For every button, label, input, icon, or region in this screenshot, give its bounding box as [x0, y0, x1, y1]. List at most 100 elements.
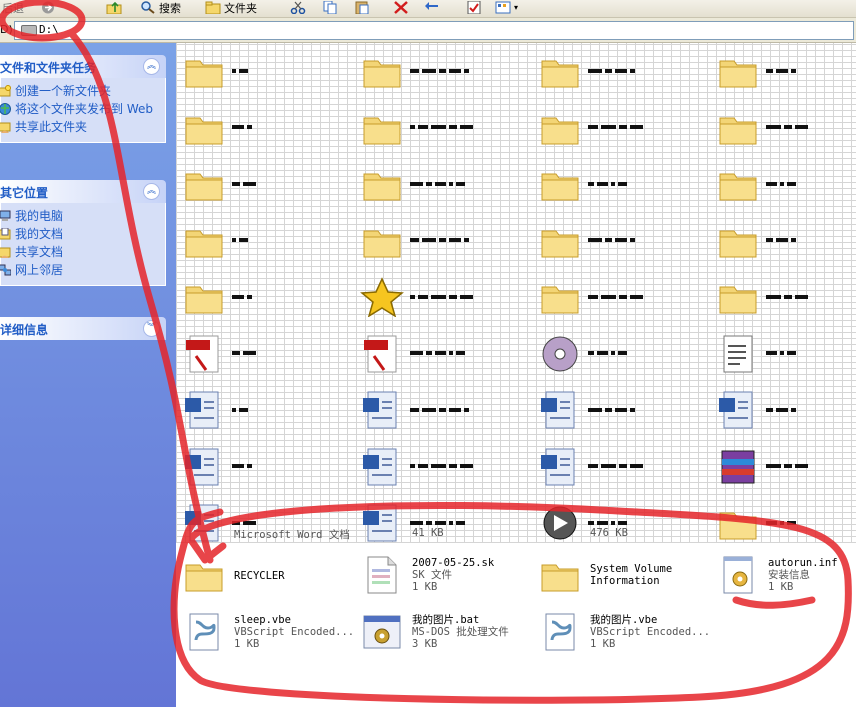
file-name: autorun.inf: [768, 557, 838, 569]
delete-button[interactable]: [393, 0, 412, 15]
word-icon: [363, 504, 397, 542]
obscured-file-item[interactable]: [532, 386, 708, 438]
file-tasks-title: 文件和文件夹任务: [0, 61, 97, 75]
obscured-file-item[interactable]: [532, 104, 708, 156]
obscured-file-item[interactable]: [532, 217, 708, 269]
obscured-file-item[interactable]: [532, 273, 708, 325]
chevron-down-icon: ▾: [514, 3, 519, 12]
properties-button[interactable]: [466, 0, 485, 15]
word-icon: [363, 391, 397, 429]
search-button[interactable]: 搜索: [140, 0, 181, 15]
obscured-file-item[interactable]: [176, 160, 352, 212]
views-button[interactable]: ▾: [495, 0, 518, 15]
pdf-icon: [364, 335, 397, 372]
illegible-label: [588, 120, 646, 130]
illegible-label: [766, 515, 799, 525]
obscured-file-item[interactable]: [176, 386, 352, 438]
up-folder-button[interactable]: [106, 0, 125, 15]
file-size: 1 KB: [234, 638, 260, 650]
paste-button[interactable]: [354, 0, 373, 15]
folder-icon: [185, 564, 223, 592]
file-size: 3 KB: [412, 638, 438, 650]
obscured-file-item[interactable]: [354, 330, 530, 382]
obscured-file-item[interactable]: [354, 499, 530, 551]
obscured-file-item[interactable]: [354, 104, 530, 156]
illegible-label: [766, 63, 799, 73]
file-tasks-header[interactable]: 文件和文件夹任务 ︽: [0, 55, 166, 78]
obscured-file-item[interactable]: [532, 160, 708, 212]
obscured-file-item[interactable]: [710, 217, 856, 269]
details-header[interactable]: 详细信息 ︾: [0, 317, 166, 340]
obscured-file-item[interactable]: [710, 47, 856, 99]
obscured-file-item[interactable]: [354, 160, 530, 212]
collapse-up-icon[interactable]: ︽: [143, 58, 160, 75]
obscured-file-item[interactable]: [354, 443, 530, 495]
illegible-label: [232, 176, 259, 186]
folder-icon: [185, 60, 223, 88]
copy-button[interactable]: [322, 0, 341, 15]
obscured-file-item[interactable]: [176, 443, 352, 495]
back-button[interactable]: 后退: [2, 0, 24, 15]
obscured-file-item[interactable]: [532, 499, 708, 551]
obscured-file-item[interactable]: [532, 47, 708, 99]
folders-icon: [205, 1, 221, 14]
cd-icon: [542, 336, 578, 371]
file-item-pictures-vbe[interactable]: 我的图片.vbe VBScript Encoded... 1 KB: [532, 608, 710, 660]
file-tasks-panel: 文件和文件夹任务 ︽ 创建一个新文件夹 将这个文件夹发布到 Web 共享此文件夹: [0, 55, 166, 143]
file-item-recycler[interactable]: RECYCLER: [176, 551, 352, 603]
illegible-label: [410, 402, 472, 412]
obscured-file-item[interactable]: [710, 330, 856, 382]
other-places-header[interactable]: 其它位置 ︽: [0, 180, 166, 203]
obscured-file-item[interactable]: [710, 443, 856, 495]
place-network[interactable]: 网上邻居: [0, 261, 165, 279]
obscured-file-item[interactable]: [710, 499, 856, 551]
place-shared-documents[interactable]: 共享文档: [0, 243, 165, 261]
obscured-file-item[interactable]: [176, 499, 352, 551]
folder-icon: [363, 60, 401, 88]
illegible-label: [588, 233, 638, 243]
expand-down-icon[interactable]: ︾: [143, 320, 160, 337]
paste-icon: [355, 1, 369, 14]
file-item-bat[interactable]: 我的图片.bat MS-DOS 批处理文件 3 KB: [354, 608, 530, 660]
file-item-system-volume[interactable]: System Volume Information: [532, 551, 708, 603]
task-new-folder[interactable]: 创建一个新文件夹: [0, 82, 165, 100]
place-my-computer[interactable]: 我的电脑: [0, 207, 165, 225]
collapse-up-icon[interactable]: ︽: [143, 183, 160, 200]
folder-icon: [719, 173, 757, 201]
file-item-sk[interactable]: 2007-05-25.sk SK 文件 1 KB: [354, 551, 530, 603]
word-icon: [185, 504, 219, 542]
place-my-documents[interactable]: 我的文档: [0, 225, 165, 243]
obscured-file-item[interactable]: [710, 386, 856, 438]
vbscript-icon: [545, 613, 575, 651]
file-item-autorun[interactable]: autorun.inf 安装信息 1 KB: [710, 551, 856, 603]
obscured-file-item[interactable]: [176, 47, 352, 99]
obscured-file-item[interactable]: [176, 273, 352, 325]
obscured-file-item[interactable]: [354, 386, 530, 438]
file-name-continued: Information: [590, 575, 660, 587]
obscured-file-item[interactable]: [710, 273, 856, 325]
illegible-label: [232, 63, 251, 73]
undo-button[interactable]: [424, 0, 443, 15]
address-input[interactable]: D:\: [14, 21, 854, 40]
obscured-file-item[interactable]: [176, 104, 352, 156]
folder-icon: [185, 286, 223, 314]
forward-button[interactable]: [40, 0, 59, 15]
task-publish-web[interactable]: 将这个文件夹发布到 Web: [0, 100, 165, 118]
word-icon: [185, 448, 219, 485]
obscured-file-item[interactable]: [176, 330, 352, 382]
cut-button[interactable]: [290, 0, 309, 15]
obscured-file-item[interactable]: [354, 273, 530, 325]
obscured-file-item[interactable]: [532, 443, 708, 495]
obscured-file-item[interactable]: [176, 217, 352, 269]
obscured-file-item[interactable]: [710, 160, 856, 212]
obscured-file-item[interactable]: [532, 330, 708, 382]
obscured-file-item[interactable]: [710, 104, 856, 156]
file-item-sleep-vbe[interactable]: sleep.vbe VBScript Encoded... 1 KB: [176, 608, 354, 660]
folders-button[interactable]: 文件夹: [205, 0, 257, 15]
place-label: 网上邻居: [15, 263, 64, 277]
illegible-label: [588, 63, 638, 73]
obscured-file-item[interactable]: [354, 217, 530, 269]
folder-icon: [719, 60, 757, 88]
task-share-folder[interactable]: 共享此文件夹: [0, 118, 165, 136]
obscured-file-item[interactable]: [354, 47, 530, 99]
